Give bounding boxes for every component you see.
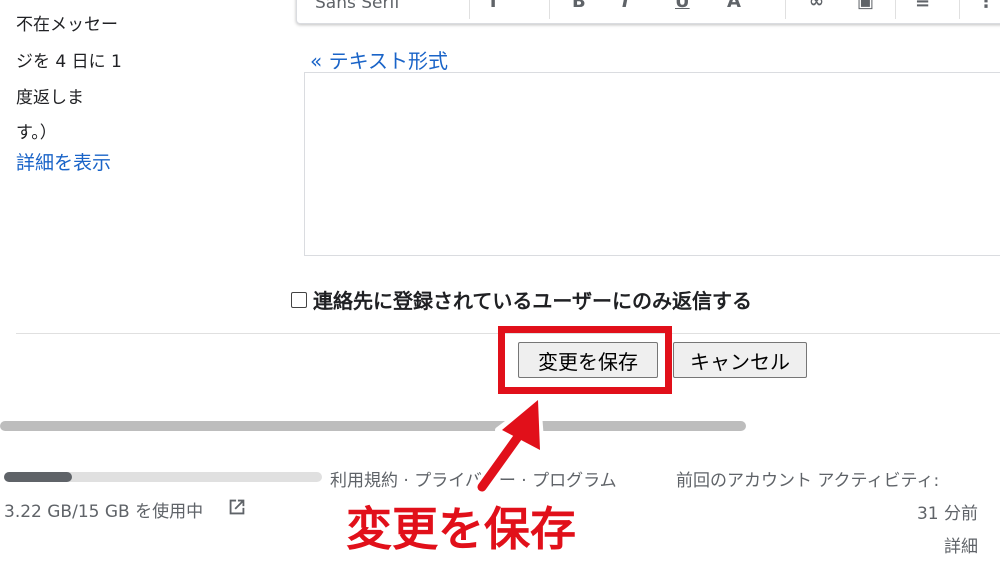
contacts-only-option[interactable]: 連絡先に登録されているユーザーにのみ返信する — [291, 285, 752, 314]
description-line: 不在メッセー — [16, 15, 118, 35]
annotation-arrow-icon — [474, 397, 545, 495]
toolbar-divider — [895, 0, 896, 19]
toolbar-divider — [549, 0, 550, 19]
highlight-box — [498, 326, 672, 394]
annotation-callout: 変更を保存 — [345, 501, 577, 557]
last-activity-time: 31 分前 — [916, 504, 978, 524]
link-icon[interactable]: ∞ — [809, 0, 824, 12]
storage-usage-text: 3.22 GB/15 GB を使用中 — [4, 502, 204, 522]
external-link-icon[interactable] — [226, 496, 248, 518]
description-line: す。） — [16, 123, 57, 143]
formatting-toolbar: Sans Serif T B I U A ∞ ▣ ≡ ⋮ — [296, 0, 1000, 24]
text-color-icon[interactable]: A — [727, 0, 741, 12]
cancel-button[interactable]: キャンセル — [673, 342, 807, 378]
message-editor[interactable] — [304, 72, 1000, 256]
image-icon[interactable]: ▣ — [857, 0, 874, 12]
show-details-link[interactable]: 詳細を表示 — [16, 148, 111, 175]
toolbar-divider — [469, 0, 470, 19]
bold-icon[interactable]: B — [572, 0, 586, 12]
underline-icon[interactable]: U — [675, 0, 690, 12]
activity-details-link[interactable]: 詳細 — [944, 532, 978, 557]
toolbar-divider — [785, 0, 786, 19]
footer-separator: · — [398, 471, 415, 491]
font-select[interactable]: Sans Serif — [315, 0, 400, 13]
align-icon[interactable]: ≡ — [915, 0, 930, 12]
last-activity-label: 前回のアカウント アクティビティ: — [676, 471, 940, 491]
contacts-only-checkbox[interactable] — [291, 291, 307, 308]
storage-bar-fill — [4, 472, 73, 482]
text-size-icon[interactable]: T — [487, 0, 499, 12]
terms-link[interactable]: 利用規約 — [330, 471, 398, 491]
plain-text-link[interactable]: « テキスト形式 — [310, 45, 448, 74]
italic-icon[interactable]: I — [622, 0, 629, 12]
description-line: ジを 4 日に 1 — [16, 52, 122, 72]
horizontal-scrollbar[interactable] — [0, 421, 746, 431]
list-icon[interactable]: ⋮ — [977, 0, 995, 12]
description-line: 度返しま — [16, 88, 84, 108]
contacts-only-label: 連絡先に登録されているユーザーにのみ返信する — [313, 289, 752, 313]
toolbar-divider — [959, 0, 960, 19]
